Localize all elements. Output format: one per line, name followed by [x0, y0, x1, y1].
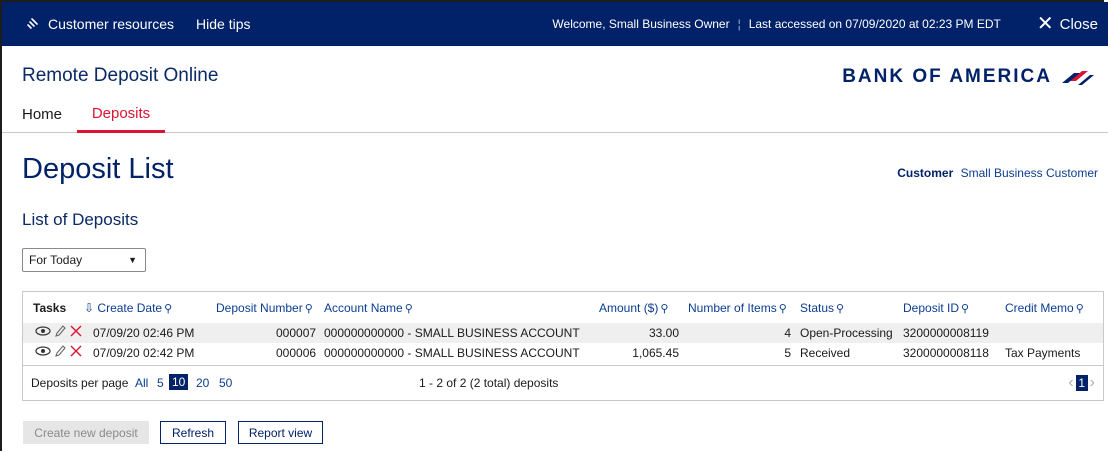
per-page-50[interactable]: 50: [219, 376, 232, 390]
pagination: ‹ 1 ›: [1068, 374, 1095, 392]
cell-status: Received: [800, 346, 851, 360]
customer-info: Customer Small Business Customer: [897, 166, 1098, 180]
customer-resources-label: Customer resources: [48, 16, 175, 32]
results-summary: 1 - 2 of 2 (2 total) deposits: [419, 376, 559, 390]
customer-resources-link[interactable]: Customer resources: [26, 16, 174, 33]
search-icon[interactable]: ⚲: [164, 303, 172, 315]
delete-x-icon[interactable]: [69, 344, 83, 361]
search-icon[interactable]: ⚲: [405, 303, 413, 315]
header-tasks: Tasks: [33, 301, 67, 315]
cell-status: Open-Processing: [800, 326, 893, 340]
header-deposit-number[interactable]: Deposit Number ⚲: [216, 301, 313, 315]
page-title: Deposit List: [22, 153, 174, 185]
cell-account-name: 000000000000 - SMALL BUSINESS ACCOUNT: [324, 346, 580, 360]
cell-create-date: 07/09/20 02:46 PM: [93, 326, 195, 340]
customer-value: Small Business Customer: [960, 166, 1098, 180]
link-icon: [26, 16, 40, 33]
logo-text: BANK OF AMERICA: [842, 66, 1052, 87]
tab-home[interactable]: Home: [22, 106, 62, 123]
header-amount-label: Amount ($): [599, 301, 659, 315]
per-page-5[interactable]: 5: [157, 376, 164, 390]
edit-pencil-icon[interactable]: [54, 324, 66, 341]
tab-deposits[interactable]: Deposits: [77, 100, 165, 133]
per-page-all[interactable]: All: [135, 376, 148, 390]
section-title: List of Deposits: [22, 210, 139, 229]
cell-amount: 1,065.45: [632, 346, 679, 360]
cell-items: 4: [784, 326, 791, 340]
create-new-deposit-button[interactable]: Create new deposit: [23, 421, 149, 444]
cell-account-name: 000000000000 - SMALL BUSINESS ACCOUNT: [324, 326, 580, 340]
close-label: Close: [1059, 15, 1098, 33]
cell-deposit-id: 3200000008119: [903, 326, 989, 340]
header-deposit-id-label: Deposit ID: [903, 301, 960, 315]
search-icon[interactable]: ⚲: [305, 303, 313, 315]
sort-down-icon: ⇩: [84, 301, 95, 315]
per-page-label: Deposits per page: [31, 376, 129, 390]
page-1-button[interactable]: 1: [1075, 375, 1088, 391]
table-header: Tasks ⇩ Create Date ⚲ Deposit Number ⚲ Acc…: [23, 292, 1103, 322]
header-create-date-label: Create Date: [97, 301, 163, 315]
table-row[interactable]: 07/09/20 02:42 PM 000006 000000000000 - …: [23, 343, 1103, 363]
refresh-button[interactable]: Refresh: [160, 421, 226, 444]
top-bar: Customer resources Hide tips Welcome, Sm…: [2, 2, 1108, 46]
nav-tabs: Home Deposits: [2, 100, 1108, 133]
flag-logo-icon: [1062, 71, 1094, 85]
header-credit-memo-label: Credit Memo: [1005, 301, 1074, 315]
bank-logo: BANK OF AMERICA: [842, 66, 1096, 88]
date-filter-value: For Today: [29, 253, 83, 267]
header-create-date[interactable]: ⇩ Create Date ⚲: [84, 301, 172, 315]
customer-label: Customer: [897, 166, 954, 180]
cell-create-date: 07/09/20 02:42 PM: [93, 346, 195, 360]
cell-items: 5: [784, 346, 791, 360]
header-status-label: Status: [800, 301, 835, 315]
header-account-name[interactable]: Account Name ⚲: [324, 301, 413, 315]
delete-x-icon[interactable]: [69, 324, 83, 341]
view-eye-icon[interactable]: [35, 345, 51, 360]
close-button[interactable]: ✕ Close: [1037, 14, 1098, 34]
welcome-text: Welcome, Small Business Owner: [552, 17, 730, 31]
table-row[interactable]: 07/09/20 02:46 PM 000007 000000000000 - …: [23, 323, 1103, 343]
header-status[interactable]: Status ⚲: [800, 301, 844, 315]
report-view-button[interactable]: Report view: [238, 421, 323, 444]
deposits-table: Tasks ⇩ Create Date ⚲ Deposit Number ⚲ Acc…: [22, 291, 1104, 401]
divider: [23, 365, 1103, 366]
cell-deposit-number: 000007: [276, 326, 317, 340]
header-deposit-id[interactable]: Deposit ID ⚲: [903, 301, 969, 315]
close-icon: ✕: [1036, 13, 1054, 35]
search-icon[interactable]: ⚲: [660, 303, 668, 315]
hide-tips-link[interactable]: Hide tips: [196, 16, 250, 32]
cell-deposit-number: 000006: [276, 346, 317, 360]
separator: ¦: [737, 17, 741, 31]
app-title: Remote Deposit Online: [22, 65, 219, 86]
per-page-20[interactable]: 20: [196, 376, 209, 390]
cell-deposit-id: 3200000008118: [903, 346, 989, 360]
view-eye-icon[interactable]: [35, 325, 51, 340]
cell-amount: 33.00: [648, 326, 679, 340]
date-filter-select[interactable]: For Today ▼: [22, 248, 146, 272]
next-page-icon[interactable]: ›: [1090, 374, 1095, 392]
header-items-label: Number of Items: [688, 301, 777, 315]
dropdown-arrow-icon: ▼: [128, 255, 137, 265]
header-number-of-items[interactable]: Number of Items ⚲: [688, 301, 787, 315]
search-icon[interactable]: ⚲: [836, 303, 844, 315]
per-page-10[interactable]: 10: [169, 374, 189, 390]
app-window: Customer resources Hide tips Welcome, Sm…: [0, 0, 1108, 451]
row-tasks: [35, 324, 86, 341]
search-icon[interactable]: ⚲: [779, 303, 787, 315]
prev-page-icon[interactable]: ‹: [1068, 374, 1073, 392]
row-tasks: [35, 344, 86, 361]
edit-pencil-icon[interactable]: [54, 344, 66, 361]
header-amount[interactable]: Amount ($) ⚲: [599, 301, 668, 315]
last-accessed-text: Last accessed on 07/09/2020 at 02:23 PM …: [748, 17, 1001, 31]
search-icon[interactable]: ⚲: [961, 303, 969, 315]
header-credit-memo[interactable]: Credit Memo ⚲: [1005, 301, 1084, 315]
header-deposit-number-label: Deposit Number: [216, 301, 303, 315]
search-icon[interactable]: ⚲: [1076, 303, 1084, 315]
cell-credit-memo: Tax Payments: [1005, 346, 1081, 360]
header-account-name-label: Account Name: [324, 301, 403, 315]
